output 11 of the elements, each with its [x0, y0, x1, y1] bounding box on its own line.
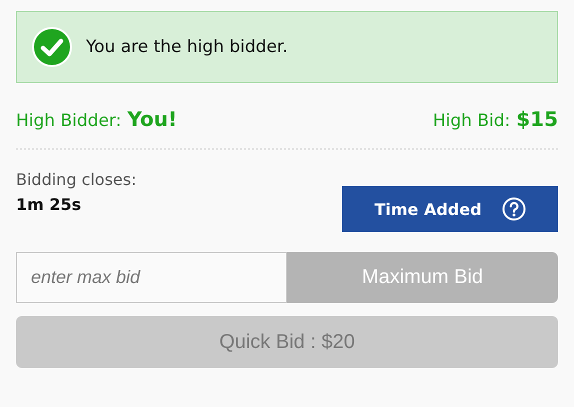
high-bid-value: $15: [516, 107, 558, 131]
alert-message: You are the high bidder.: [86, 37, 288, 57]
help-icon: [502, 197, 526, 221]
high-bid-label: High Bid:: [432, 111, 510, 131]
closing-label: Bidding closes:: [16, 170, 136, 189]
high-bidder-label: High Bidder:: [16, 111, 122, 131]
time-added-button[interactable]: Time Added: [342, 186, 558, 232]
max-bid-field[interactable]: enter max bid: [16, 252, 287, 303]
closing-time: 1m 25s: [16, 195, 82, 214]
high-bidder-value: You!: [127, 107, 178, 131]
check-circle-icon: [32, 27, 72, 67]
